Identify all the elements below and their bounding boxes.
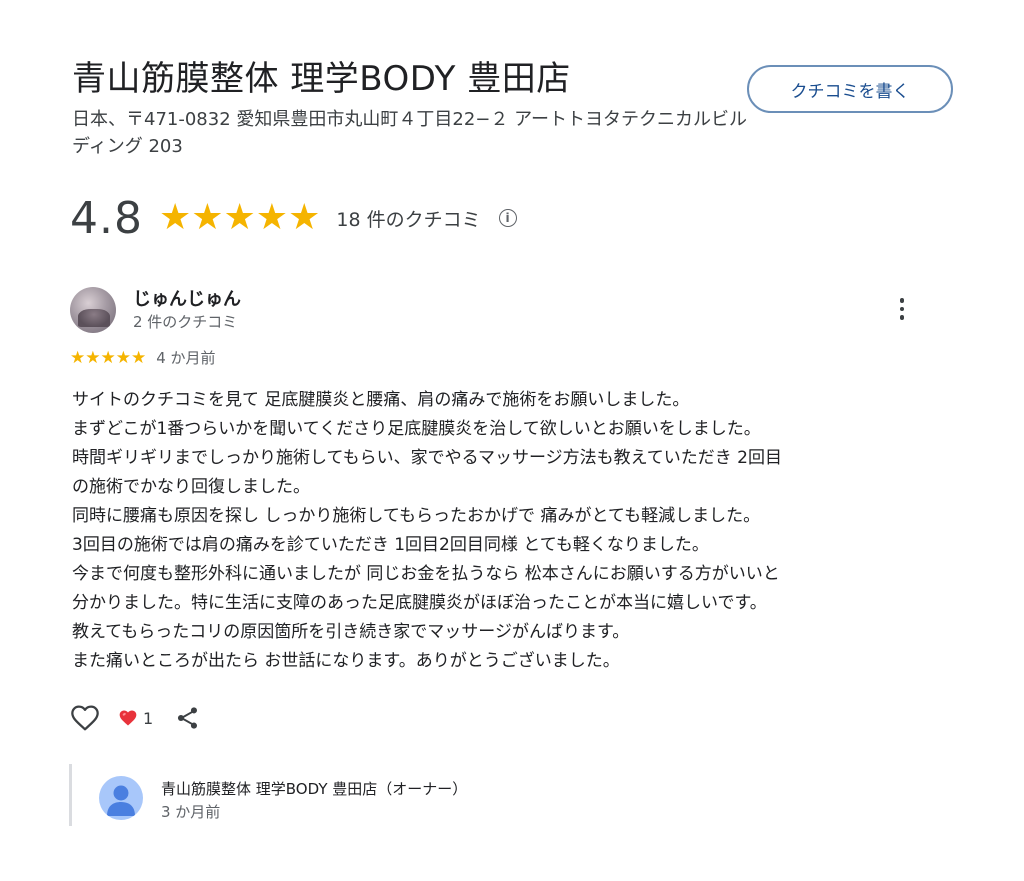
red-heart-icon [119, 710, 137, 726]
reaction-count: 1 [143, 708, 154, 728]
person-icon [99, 776, 143, 820]
rating-summary: 4.8 ★★★★★ 18 件のクチコミ i [70, 190, 517, 246]
review-actions: 1 [69, 702, 201, 734]
write-review-button[interactable]: クチコミを書く [747, 65, 953, 113]
review-rating-row: ★★★★★ 4 か月前 [70, 347, 216, 368]
business-title: 青山筋膜整体 理学BODY 豊田店 [72, 59, 571, 99]
more-dot [899, 298, 905, 303]
review-text-line: の施術でかなり回復しました。 [72, 477, 310, 497]
review-text-line: 今まで何度も整形外科に通いましたが 同じお金を払うなら 松本さんにお願いする方が… [72, 564, 780, 584]
reviewer-name[interactable]: じゅんじゅん [133, 285, 241, 311]
person-icon-graphic [107, 785, 135, 816]
reviewer-review-count: 2 件のクチコミ [133, 313, 238, 331]
rating-value: 4.8 [70, 192, 143, 244]
more-vert-icon[interactable] [888, 293, 916, 325]
review-count: 18 件のクチコミ [336, 208, 481, 231]
share-icon[interactable] [175, 705, 201, 731]
business-address: 日本、〒471-0832 愛知県豊田市丸山町４丁目22−２ アートトヨタテクニカ… [72, 109, 748, 157]
review-text-line: サイトのクチコミを見て 足底腱膜炎と腰痛、肩の痛みで施術をお願いしました。 [72, 390, 690, 410]
reviewer-avatar[interactable] [70, 287, 116, 333]
heart-outline-icon[interactable] [69, 702, 101, 734]
review-text-line: また痛いところが出たら お世話になります。ありがとうございました。 [72, 651, 620, 671]
review-text-line: 時間ギリギリまでしっかり施術してもらい、家でやるマッサージ方法も教えていただき … [72, 448, 782, 468]
review-text-line: 教えてもらったコリの原因箇所を引き続き家でマッサージがんばります。 [72, 622, 630, 642]
owner-name: 青山筋膜整体 理学BODY 豊田店（オーナー） [161, 780, 468, 798]
review-stars: ★★★★★ [70, 347, 147, 368]
owner-reply: 青山筋膜整体 理学BODY 豊田店（オーナー） 3 か月前 [69, 764, 772, 826]
more-dot [899, 315, 905, 320]
review-text-line: 3回目の施術では肩の痛みを診ていただき 1回目2回目同様 とても軽くなりました。 [72, 535, 709, 555]
review-time: 4 か月前 [156, 349, 216, 367]
review-text: サイトのクチコミを見て 足底腱膜炎と腰痛、肩の痛みで施術をお願いしました。 まず… [72, 386, 952, 676]
review-text-line: まずどこが1番つらいかを聞いてくださり足底腱膜炎を治して欲しいとお願いをしました… [72, 419, 761, 439]
more-dot [899, 306, 905, 312]
owner-reply-time: 3 か月前 [161, 803, 221, 821]
rating-stars: ★★★★★ [158, 197, 321, 238]
review-text-line: 分かりました。特に生活に支障のあった足底腱膜炎がほぼ治ったことが本当に嬉しいです… [72, 593, 767, 613]
info-icon[interactable]: i [498, 209, 517, 227]
reaction-button[interactable]: 1 [118, 708, 153, 728]
review-text-line: 同時に腰痛も原因を探し しっかり施術してもらったおかげで 痛みがとても軽減しまし… [72, 506, 761, 526]
